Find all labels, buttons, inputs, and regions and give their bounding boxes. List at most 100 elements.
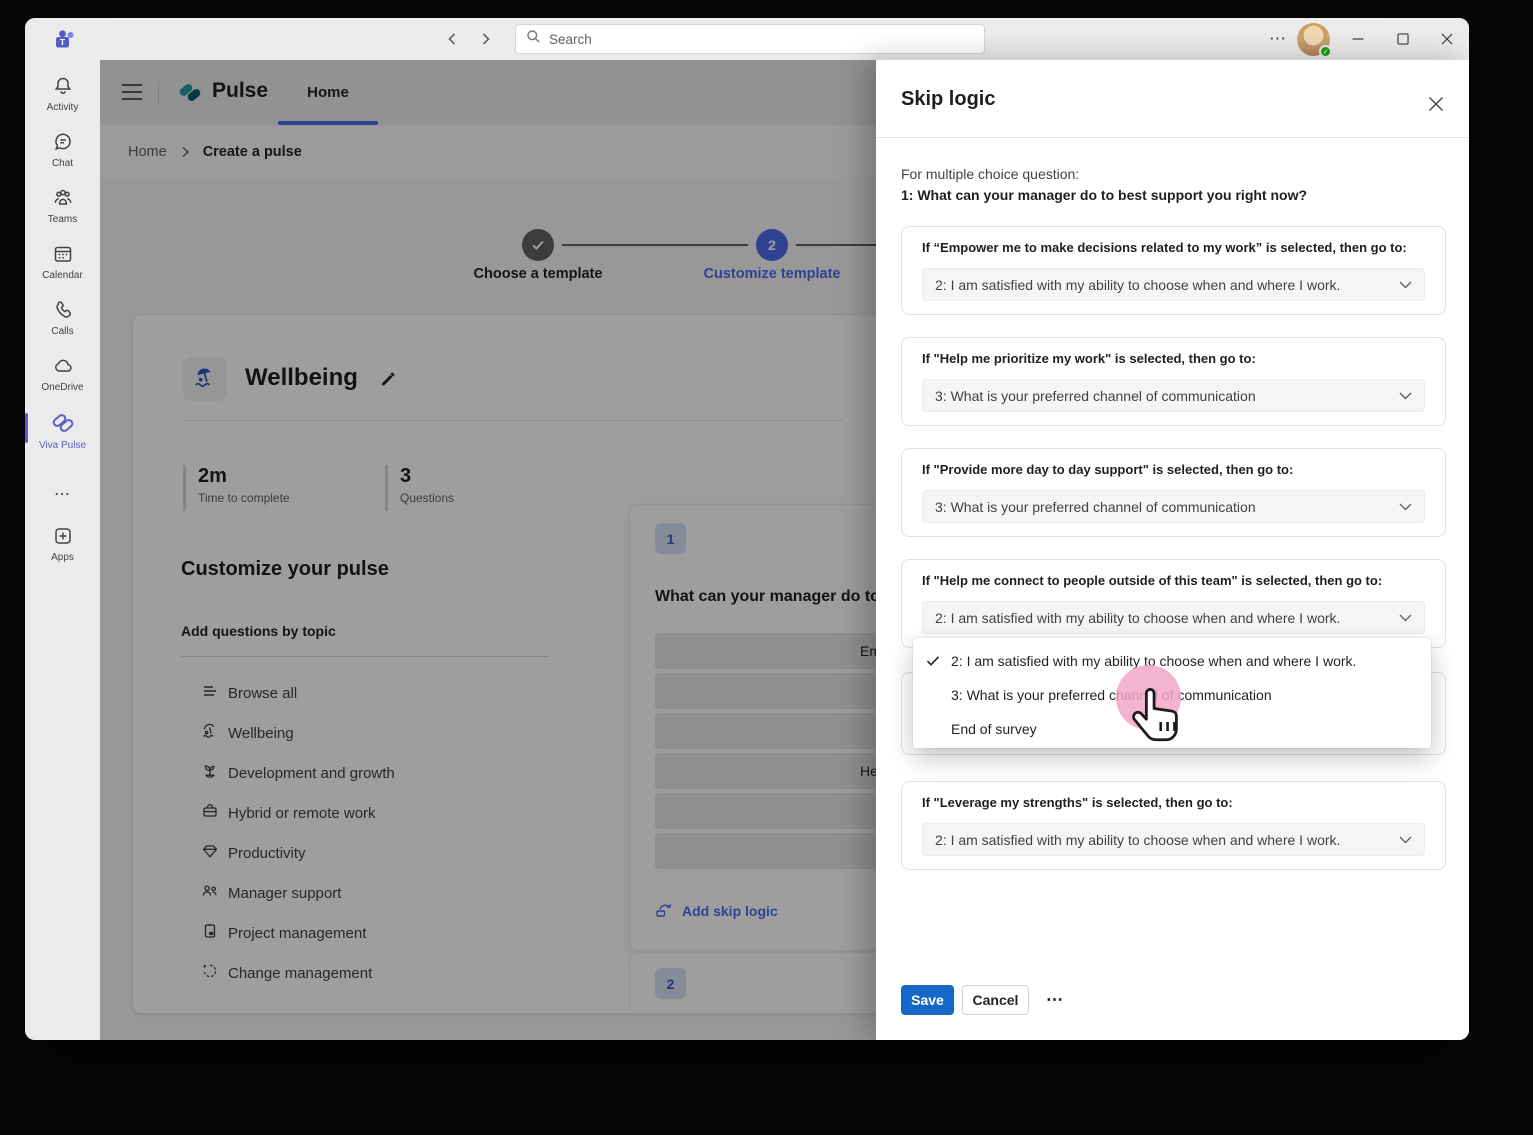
rail-item-viva-pulse[interactable]: Viva Pulse	[25, 410, 100, 451]
skip-rule-card: If "Help me connect to people outside of…	[901, 559, 1446, 648]
save-button[interactable]: Save	[901, 985, 954, 1015]
cloud-icon	[51, 354, 75, 378]
apps-plus-icon	[51, 524, 75, 548]
back-button[interactable]	[441, 29, 463, 49]
titlebar-more-button[interactable]: ⋯	[1265, 26, 1291, 52]
go-to-dropdown[interactable]: 2: I am satisfied with my ability to cho…	[922, 268, 1425, 301]
rail-item-teams[interactable]: Teams	[25, 186, 100, 225]
close-window-button[interactable]	[1434, 27, 1460, 51]
maximize-button[interactable]	[1390, 27, 1416, 51]
wellbeing-icon	[201, 722, 219, 744]
rail-item-chat[interactable]: Chat	[25, 130, 100, 169]
change-management-icon	[201, 962, 219, 984]
rail-item-calls[interactable]: Calls	[25, 298, 100, 337]
rail-item-calendar[interactable]: Calendar	[25, 242, 100, 281]
header-divider	[158, 82, 159, 104]
panel-more-button[interactable]: ⋯	[1036, 985, 1074, 1015]
customize-heading: Customize your pulse	[181, 558, 389, 581]
topic-browse-all[interactable]: Browse all	[181, 673, 553, 713]
title-bar: T ⋯ ✓	[25, 18, 1469, 60]
svg-text:T: T	[60, 37, 66, 47]
step-2-label: Customize template	[672, 266, 872, 282]
topic-change-management[interactable]: Change management	[181, 953, 553, 993]
chevron-down-icon	[1399, 503, 1412, 511]
project-management-icon	[201, 922, 219, 944]
bell-icon	[51, 74, 75, 98]
rail-item-activity[interactable]: Activity	[25, 74, 100, 113]
search-box[interactable]	[515, 24, 985, 54]
active-indicator	[25, 413, 28, 443]
stat-questions: 3 Questions	[385, 465, 454, 511]
panel-question: 1: What can your manager do to best supp…	[901, 187, 1307, 203]
chevron-down-icon	[1399, 836, 1412, 844]
avatar[interactable]: ✓	[1297, 23, 1330, 56]
checkmark-icon	[926, 654, 940, 670]
go-to-dropdown[interactable]: 3: What is your preferred channel of com…	[922, 490, 1425, 523]
rail-item-apps[interactable]: Apps	[25, 524, 100, 563]
panel-title: Skip logic	[901, 88, 995, 111]
app-title: Pulse	[212, 79, 268, 103]
stepper-line	[562, 244, 748, 246]
chevron-down-icon	[1399, 614, 1412, 622]
topic-project-management[interactable]: Project management	[181, 913, 553, 953]
step-1-label[interactable]: Choose a template	[438, 266, 638, 282]
divider	[183, 420, 843, 421]
breadcrumb-home-link[interactable]: Home	[128, 144, 167, 160]
growth-icon	[201, 762, 219, 784]
teams-people-icon	[51, 186, 75, 210]
step-2-circle: 2	[756, 229, 788, 261]
panel-intro: For multiple choice question:	[901, 166, 1079, 182]
tab-home[interactable]: Home	[278, 60, 378, 125]
search-input[interactable]	[549, 32, 974, 47]
hamburger-menu-icon[interactable]	[120, 83, 144, 101]
skip-rule-card: If "Help me prioritize my work" is selec…	[901, 337, 1446, 426]
topic-development-growth[interactable]: Development and growth	[181, 753, 553, 793]
stat-time-to-complete: 2m Time to complete	[183, 465, 290, 511]
go-to-dropdown-open[interactable]: 2: I am satisfied with my ability to cho…	[922, 601, 1425, 634]
go-to-dropdown[interactable]: 2: I am satisfied with my ability to cho…	[922, 823, 1425, 856]
question-number-badge: 2	[655, 968, 686, 999]
step-1-done-icon	[522, 229, 554, 261]
topic-wellbeing[interactable]: Wellbeing	[181, 713, 553, 753]
manager-support-icon	[201, 882, 219, 904]
chevron-down-icon	[1399, 281, 1412, 289]
add-questions-subheading: Add questions by topic	[181, 623, 336, 639]
calendar-icon	[51, 242, 75, 266]
app-rail: Activity Chat Teams Calendar Calls OneDr…	[25, 60, 100, 1040]
more-dots-icon: ⋯	[54, 484, 71, 504]
status-available-icon: ✓	[1319, 45, 1332, 58]
forward-button[interactable]	[475, 29, 497, 49]
menu-option-selected[interactable]: 2: I am satisfied with my ability to cho…	[913, 644, 1431, 678]
skip-logic-panel: Skip logic For multiple choice question:…	[876, 60, 1469, 1040]
search-icon	[526, 29, 541, 49]
add-skip-logic-link[interactable]: Add skip logic	[655, 900, 778, 922]
pulse-logo-icon	[176, 78, 204, 106]
rail-item-onedrive[interactable]: OneDrive	[25, 354, 100, 393]
question-number-badge: 1	[655, 523, 686, 554]
chevron-right-icon	[180, 146, 190, 158]
hybrid-work-icon	[201, 802, 219, 824]
edit-pencil-icon[interactable]	[379, 370, 397, 393]
close-icon[interactable]	[1423, 91, 1449, 117]
teams-window: T ⋯ ✓ Activity	[25, 18, 1469, 1040]
chevron-down-icon	[1399, 392, 1412, 400]
hand-cursor-icon	[1128, 686, 1184, 751]
viva-pulse-icon	[50, 410, 76, 436]
chat-icon	[51, 130, 75, 154]
skip-rule-card: If "Provide more day to day support" is …	[901, 448, 1446, 537]
minimize-button[interactable]	[1345, 27, 1371, 51]
productivity-icon	[201, 842, 219, 864]
phone-icon	[51, 298, 75, 322]
topic-manager-support[interactable]: Manager support	[181, 873, 553, 913]
skip-rule-card: If "Leverage my strengths" is selected, …	[901, 781, 1446, 870]
rail-more-button[interactable]: ⋯	[25, 484, 100, 504]
teams-logo-icon: T	[53, 27, 77, 51]
go-to-dropdown[interactable]: 3: What is your preferred channel of com…	[922, 379, 1425, 412]
question-text: What can your manager do to	[655, 588, 880, 606]
topic-productivity[interactable]: Productivity	[181, 833, 553, 873]
cancel-button[interactable]: Cancel	[962, 985, 1029, 1015]
divider	[181, 656, 549, 657]
divider	[876, 137, 1469, 138]
topic-hybrid-remote-work[interactable]: Hybrid or remote work	[181, 793, 553, 833]
skip-rule-card: If “Empower me to make decisions related…	[901, 226, 1446, 315]
